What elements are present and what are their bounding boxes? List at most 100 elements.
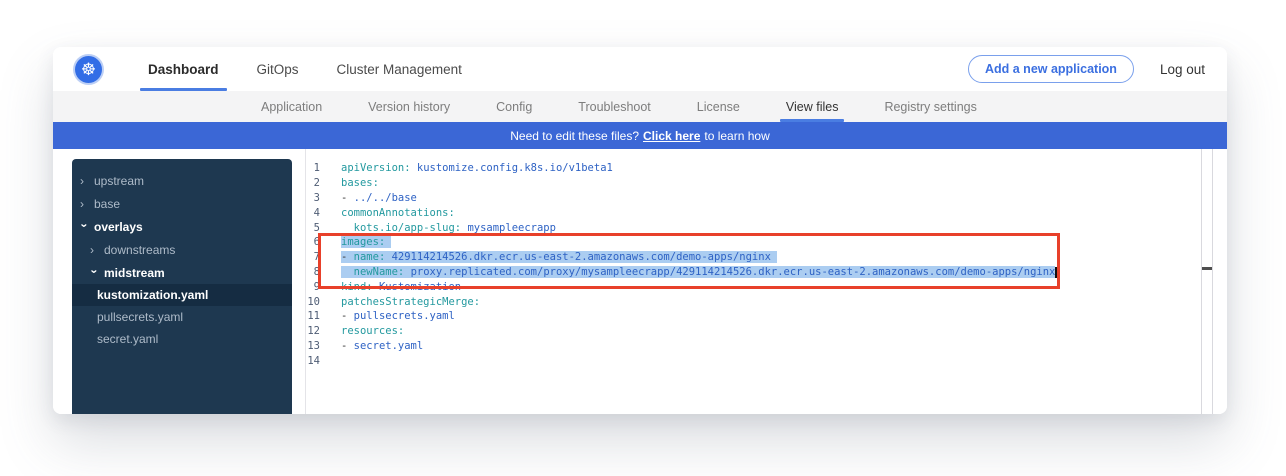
yaml-key: apiVersion: — [341, 162, 411, 174]
subnav-tab-view-files[interactable]: View files — [786, 91, 839, 122]
line-number: 13 — [306, 340, 320, 352]
code-line: 7 - name: 429114214526.dkr.ecr.us-east-2.… — [306, 250, 1201, 265]
line-number: 14 — [306, 355, 320, 367]
selection-highlight: newName: proxy.replicated.com/proxy/mysa… — [341, 266, 1055, 278]
code-line: 6images: — [306, 235, 1201, 250]
line-number: 9 — [306, 281, 320, 293]
view-files-content: ›upstream›base›overlays›downstreams›mids… — [53, 149, 1227, 414]
code-line: 11- pullsecrets.yaml — [306, 309, 1201, 324]
editor-scrollbar-track[interactable] — [1201, 149, 1213, 414]
logout-link[interactable]: Log out — [1160, 62, 1205, 77]
code-line-text: commonAnnotations: — [341, 207, 455, 219]
line-number: 4 — [306, 207, 320, 219]
yaml-value: Kustomization — [379, 281, 461, 293]
selection-highlight: images: — [341, 236, 391, 248]
yaml-key: bases: — [341, 177, 379, 189]
code-line-text: resources: — [341, 325, 404, 337]
main-navbar: ☸ Dashboard GitOps Cluster Management Add … — [53, 47, 1227, 91]
edit-files-banner: Need to edit these files? Click here to … — [53, 122, 1227, 149]
yaml-key: commonAnnotations: — [341, 207, 455, 219]
file-tree-item-label: secret.yaml — [97, 332, 158, 346]
chevron-right-icon: › — [80, 198, 89, 210]
yaml-value: kustomize.config.k8s.io/v1beta1 — [417, 162, 613, 174]
yaml-value: ../../base — [354, 192, 417, 204]
yaml-key: kots.io/app-slug: — [354, 222, 461, 234]
main-nav-tab-gitops[interactable]: GitOps — [257, 47, 299, 91]
selection-highlight: - name: 429114214526.dkr.ecr.us-east-2.a… — [341, 251, 777, 263]
code-line: 12 resources: — [306, 324, 1201, 339]
line-number: 7 — [306, 251, 320, 263]
code-line-text: - ../../base — [341, 192, 417, 204]
subnav-tab-application[interactable]: Application — [261, 91, 322, 122]
line-number: 5 — [306, 222, 320, 234]
file-tree-item-label: pullsecrets.yaml — [97, 310, 183, 324]
banner-text-prefix: Need to edit these files? — [510, 129, 639, 143]
chevron-right-icon: › — [90, 244, 99, 256]
main-nav-tab-dashboard[interactable]: Dashboard — [148, 47, 219, 91]
yaml-plain: - — [341, 192, 354, 204]
code-line: 4 commonAnnotations: — [306, 205, 1201, 220]
yaml-plain: - — [341, 340, 354, 352]
line-number: 1 — [306, 162, 320, 174]
yaml-plain — [341, 222, 354, 234]
add-new-application-button[interactable]: Add a new application — [968, 55, 1134, 83]
yaml-value: pullsecrets.yaml — [354, 310, 455, 322]
main-nav-tabs: Dashboard GitOps Cluster Management — [148, 47, 462, 91]
banner-click-here-link[interactable]: Click here — [643, 129, 700, 143]
subnav-tab-registry-settings[interactable]: Registry settings — [884, 91, 976, 122]
yaml-key: patchesStrategicMerge: — [341, 296, 480, 308]
subnav-tab-troubleshoot[interactable]: Troubleshoot — [578, 91, 651, 122]
yaml-value: mysampleecrapp — [467, 222, 556, 234]
code-line: 2bases: — [306, 176, 1201, 191]
yaml-value: secret.yaml — [354, 340, 424, 352]
banner-text-suffix: to learn how — [704, 129, 769, 143]
file-tree-item-label: midstream — [104, 266, 165, 280]
main-nav-tab-cluster-management[interactable]: Cluster Management — [337, 47, 462, 91]
line-number: 12 — [306, 325, 320, 337]
file-tree-item-label: downstreams — [104, 243, 175, 257]
file-tree-item-pullsecrets-yaml[interactable]: pullsecrets.yaml — [72, 306, 292, 328]
code-line-text: kots.io/app-slug: mysampleecrapp — [341, 222, 556, 234]
code-line-text: apiVersion: kustomize.config.k8s.io/v1be… — [341, 162, 613, 174]
file-tree-item-label: overlays — [94, 220, 143, 234]
subnav-tab-license[interactable]: License — [697, 91, 740, 122]
yaml-key: name: — [354, 251, 386, 263]
yaml-key: kind: — [341, 281, 373, 293]
file-tree-item-overlays[interactable]: ›overlays — [72, 215, 292, 238]
yaml-key: newName: — [354, 266, 405, 278]
code-line-text: images: — [341, 236, 391, 248]
file-tree-item-upstream[interactable]: ›upstream — [72, 169, 292, 192]
chevron-down-icon: › — [89, 269, 101, 278]
code-line-text: newName: proxy.replicated.com/proxy/mysa… — [341, 266, 1057, 278]
subnav-tab-version-history[interactable]: Version history — [368, 91, 450, 122]
yaml-key: images: — [341, 236, 385, 248]
code-line: 9 kind: Kustomization — [306, 279, 1201, 294]
code-line: 8 newName: proxy.replicated.com/proxy/my… — [306, 265, 1201, 280]
yaml-plain — [341, 266, 354, 278]
file-tree-item-midstream[interactable]: ›midstream — [72, 261, 292, 284]
subnav-tab-config[interactable]: Config — [496, 91, 532, 122]
yaml-value: proxy.replicated.com/proxy/mysampleecrap… — [411, 266, 1056, 278]
file-tree-item-label: base — [94, 197, 120, 211]
file-tree-item-kustomization-yaml[interactable]: kustomization.yaml — [72, 284, 292, 306]
code-line: 1 apiVersion: kustomize.config.k8s.io/v1b… — [306, 161, 1201, 176]
yaml-key: resources: — [341, 325, 404, 337]
editor-scrollbar-thumb[interactable] — [1202, 267, 1212, 270]
code-line-text: - pullsecrets.yaml — [341, 310, 455, 322]
file-tree-sidebar: ›upstream›base›overlays›downstreams›mids… — [72, 159, 292, 414]
main-nav-right: Add a new application Log out — [968, 47, 1205, 91]
line-number: 8 — [306, 266, 320, 278]
chevron-down-icon: › — [79, 223, 91, 232]
yaml-value: 429114214526.dkr.ecr.us-east-2.amazonaws… — [392, 251, 771, 263]
chevron-right-icon: › — [80, 175, 89, 187]
code-line: 5 kots.io/app-slug: mysampleecrapp — [306, 220, 1201, 235]
kubernetes-logo-icon: ☸ — [75, 56, 102, 83]
text-cursor — [1055, 267, 1057, 278]
file-tree-item-base[interactable]: › base — [72, 192, 292, 215]
app-subnav: Application Version history Config Troubles… — [53, 91, 1227, 122]
code-editor[interactable]: 1 apiVersion: kustomize.config.k8s.io/v1b… — [306, 161, 1201, 368]
file-tree-item-downstreams[interactable]: › downstreams — [72, 238, 292, 261]
code-line-text: - secret.yaml — [341, 340, 423, 352]
code-line: 13 - secret.yaml — [306, 339, 1201, 354]
file-tree-item-secret-yaml[interactable]: secret.yaml — [72, 328, 292, 350]
